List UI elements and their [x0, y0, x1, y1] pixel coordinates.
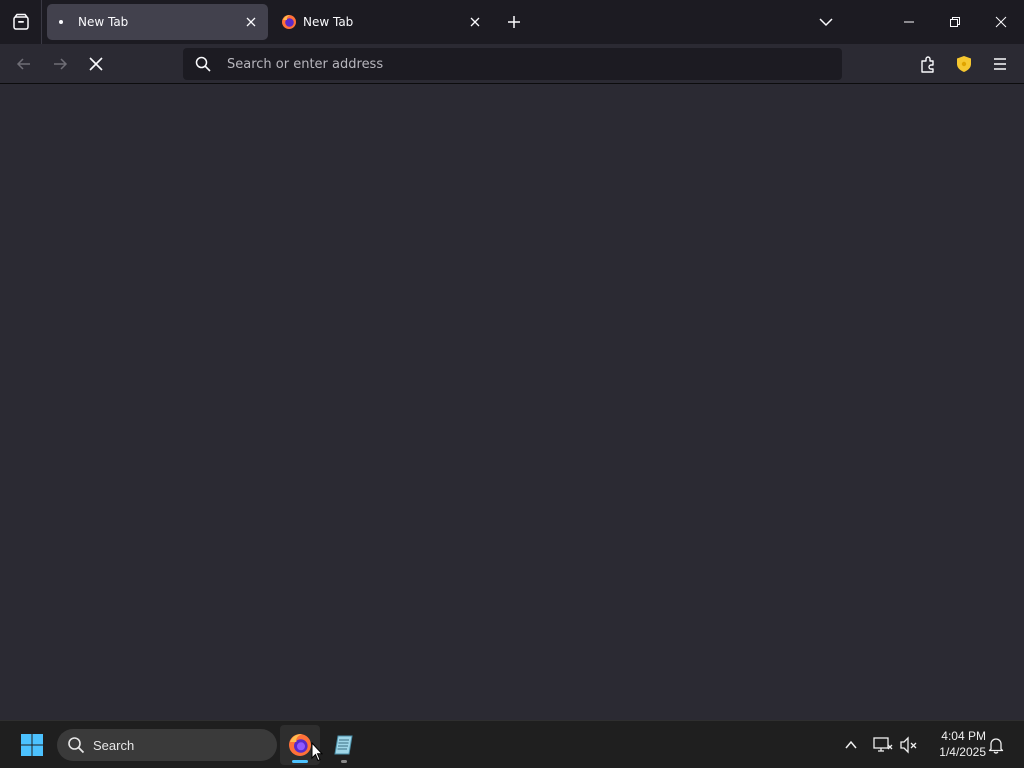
- close-window-button[interactable]: [978, 0, 1024, 44]
- taskbar-search-box[interactable]: Search: [57, 729, 277, 761]
- shield-icon: [957, 56, 971, 72]
- active-app-indicator: [292, 760, 308, 763]
- chevron-up-icon: [845, 740, 857, 749]
- tab-title: New Tab: [78, 15, 129, 29]
- list-all-tabs-button[interactable]: [803, 0, 849, 44]
- puzzle-icon: [921, 56, 934, 73]
- stop-icon: [89, 57, 103, 71]
- windows-logo-icon: [21, 734, 43, 756]
- network-button[interactable]: [869, 729, 897, 761]
- firefox-view-icon: [12, 13, 29, 30]
- volume-button[interactable]: [895, 729, 923, 761]
- minimize-icon: [904, 21, 914, 23]
- notifications-button[interactable]: [982, 729, 1010, 761]
- mouse-cursor-icon: [311, 742, 323, 762]
- taskbar-app-notepad[interactable]: [324, 725, 364, 765]
- close-icon: [470, 17, 480, 27]
- notepad-icon: [334, 735, 353, 755]
- tab-title: New Tab: [303, 15, 354, 29]
- firefox-view-button[interactable]: [0, 0, 42, 44]
- restore-icon: [950, 17, 960, 27]
- close-tab-button[interactable]: [240, 11, 262, 33]
- url-input[interactable]: [225, 55, 842, 73]
- close-icon: [995, 16, 1007, 28]
- firefox-icon: [289, 734, 311, 756]
- firefox-icon: [281, 14, 297, 30]
- new-tab-button[interactable]: [500, 8, 528, 36]
- address-bar[interactable]: [183, 48, 842, 80]
- network-disconnected-icon: [873, 737, 893, 752]
- page-content: [0, 84, 1024, 720]
- system-clock[interactable]: 4:04 PM 1/4/2025: [924, 728, 986, 760]
- tab-new-tab[interactable]: New Tab: [272, 4, 492, 40]
- arrow-left-icon: [16, 58, 30, 70]
- bell-icon: [988, 738, 1004, 754]
- start-button[interactable]: [14, 727, 50, 763]
- tab-new-tab-active[interactable]: New Tab: [47, 4, 268, 40]
- clock-date: 1/4/2025: [939, 745, 986, 759]
- extensions-button[interactable]: [912, 48, 944, 80]
- search-label: Search: [93, 737, 135, 753]
- minimize-button[interactable]: [886, 0, 932, 44]
- close-icon: [246, 17, 256, 27]
- close-tab-button[interactable]: [464, 11, 486, 33]
- running-app-indicator: [341, 760, 347, 763]
- loading-dot-icon: [56, 14, 72, 30]
- navigation-toolbar: [0, 44, 1024, 84]
- search-icon: [195, 56, 211, 72]
- windows-taskbar: Search 4:04 PM 1/4/2025: [0, 720, 1024, 768]
- search-icon: [67, 736, 85, 754]
- forward-button[interactable]: [44, 48, 76, 80]
- arrow-right-icon: [54, 58, 68, 70]
- shield-extension-button[interactable]: [948, 48, 980, 80]
- chevron-down-icon: [819, 18, 833, 27]
- menu-button[interactable]: [984, 48, 1016, 80]
- restore-button[interactable]: [932, 0, 978, 44]
- clock-time: 4:04 PM: [941, 729, 986, 743]
- tab-strip: New Tab New Tab: [0, 0, 1024, 44]
- plus-icon: [508, 16, 520, 28]
- show-hidden-icons-button[interactable]: [837, 729, 865, 761]
- speaker-muted-icon: [900, 736, 917, 754]
- stop-loading-button[interactable]: [80, 48, 112, 80]
- back-button[interactable]: [8, 48, 40, 80]
- hamburger-menu-icon: [994, 58, 1006, 70]
